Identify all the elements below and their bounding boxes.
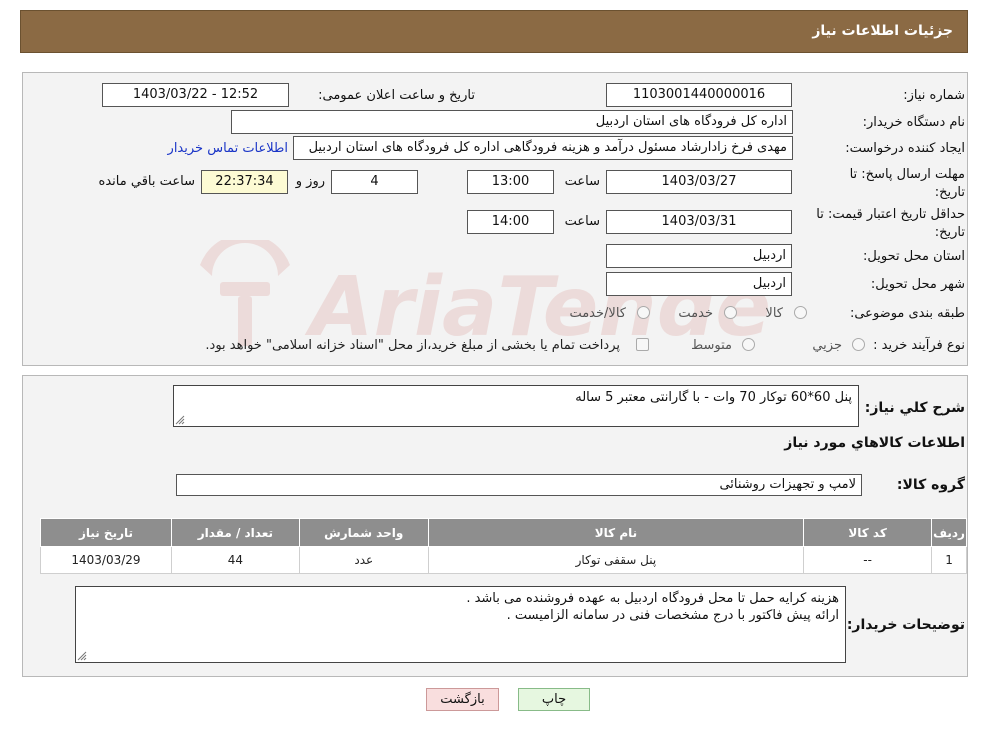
category-service-label: خدمت — [678, 306, 713, 321]
validity-label: حداقل تاریخ اعتبار قیمت: تا — [816, 207, 965, 222]
province-label: استان محل تحویل: — [863, 249, 965, 264]
category-goods-radio[interactable] — [794, 306, 807, 319]
validity-time-label: ساعت — [564, 214, 600, 229]
table-row: 1 -- پنل سقفی توکار عدد 44 1403/03/29 — [40, 546, 967, 574]
days-label: روز و — [295, 174, 325, 189]
goods-group-label: گروه کالا: — [896, 477, 965, 493]
category-goods-label: کالا — [765, 306, 783, 321]
city-label: شهر محل تحویل: — [870, 277, 965, 292]
page-header: جزئیات اطلاعات نیاز — [20, 10, 968, 53]
category-label: طبقه بندی موضوعی: — [849, 306, 965, 321]
deadline-date-field: 1403/03/27 — [606, 170, 792, 194]
summary-textarea: پنل 60*60 توکار 70 وات - با گارانتی معتب… — [173, 385, 859, 427]
goods-table-header: ردیف کد کالا نام کالا واحد شمارش تعداد /… — [40, 518, 967, 547]
validity-time-field: 14:00 — [467, 210, 554, 234]
category-service-radio[interactable] — [724, 306, 737, 319]
goods-group-field: لامپ و تجهیزات روشنائی — [176, 474, 862, 496]
buyer-contact-link[interactable]: اطلاعات تماس خریدار — [168, 141, 288, 156]
cell-name: پنل سقفی توکار — [427, 546, 805, 574]
summary-text: پنل 60*60 توکار 70 وات - با گارانتی معتب… — [575, 390, 852, 405]
creator-label: ایجاد کننده درخواست: — [845, 141, 965, 156]
cell-date: 1403/03/29 — [40, 546, 172, 574]
announce-label: تاریخ و ساعت اعلان عمومی: — [318, 88, 475, 103]
province-field: اردبیل — [606, 244, 792, 268]
purchase-minor-radio[interactable] — [852, 338, 865, 351]
resize-grip-icon[interactable] — [77, 651, 87, 661]
validity-date-field: 1403/03/31 — [606, 210, 792, 234]
treasury-checkbox[interactable] — [636, 338, 649, 351]
page-title: جزئیات اطلاعات نیاز — [812, 23, 953, 39]
category-both-label: کالا/خدمت — [569, 306, 626, 321]
goods-table: ردیف کد کالا نام کالا واحد شمارش تعداد /… — [40, 518, 967, 574]
cell-row: 1 — [931, 546, 967, 574]
city-field: اردبیل — [606, 272, 792, 296]
remaining-time-field: 22:37:34 — [201, 170, 288, 194]
purchase-type-label: نوع فرآیند خرید : — [873, 338, 965, 353]
creator-field: مهدی فرخ زادارشاد مسئول درآمد و هزینه فر… — [293, 136, 793, 160]
category-both-radio[interactable] — [637, 306, 650, 319]
deadline-time-label: ساعت — [564, 174, 600, 189]
col-date: تاریخ نیاز — [40, 518, 172, 547]
cell-code: -- — [803, 546, 933, 574]
purchase-medium-radio[interactable] — [742, 338, 755, 351]
buyer-notes-line-2: ارائه پیش فاکتور با درج مشخصات فنی در سا… — [506, 608, 839, 623]
cell-qty: 44 — [170, 546, 300, 574]
purchase-medium-label: متوسط — [691, 338, 732, 353]
buyer-notes-label: توضیحات خریدار: — [846, 617, 965, 633]
purchase-minor-label: جزیي — [812, 338, 842, 353]
buyer-org-label: نام دستگاه خریدار: — [862, 115, 965, 130]
need-number-field: 1103001440000016 — [606, 83, 792, 107]
need-number-label: شماره نیاز: — [903, 88, 965, 103]
col-row: ردیف — [931, 518, 967, 547]
buyer-notes-textarea: هزینه کرایه حمل تا محل فرودگاه اردبیل به… — [75, 586, 846, 663]
summary-label: شرح کلي نياز: — [864, 400, 965, 416]
purchase-note: پرداخت تمام یا بخشی از مبلغ خرید،از محل … — [205, 338, 620, 353]
deadline-time-field: 13:00 — [467, 170, 554, 194]
cell-unit: عدد — [298, 546, 429, 574]
goods-info-title: اطلاعات کالاهاي مورد نياز — [784, 435, 965, 451]
buyer-notes-line-1: هزینه کرایه حمل تا محل فرودگاه اردبیل به… — [466, 591, 839, 606]
resize-grip-icon[interactable] — [175, 415, 185, 425]
col-code: کد کالا — [803, 518, 933, 547]
days-field: 4 — [331, 170, 418, 194]
col-qty: تعداد / مقدار — [170, 518, 300, 547]
remaining-label: ساعت باقي مانده — [98, 174, 195, 189]
deadline-label-date: تاریخ: — [934, 185, 965, 200]
deadline-label: مهلت ارسال پاسخ: تا — [849, 167, 965, 182]
back-button[interactable]: بازگشت — [426, 688, 499, 711]
col-unit: واحد شمارش — [298, 518, 429, 547]
col-name: نام کالا — [427, 518, 805, 547]
announce-field: 1403/03/22 - 12:52 — [102, 83, 289, 107]
buyer-org-field: اداره کل فرودگاه های استان اردبیل — [231, 110, 793, 134]
validity-label-date: تاریخ: — [934, 225, 965, 240]
print-button[interactable]: چاپ — [518, 688, 590, 711]
